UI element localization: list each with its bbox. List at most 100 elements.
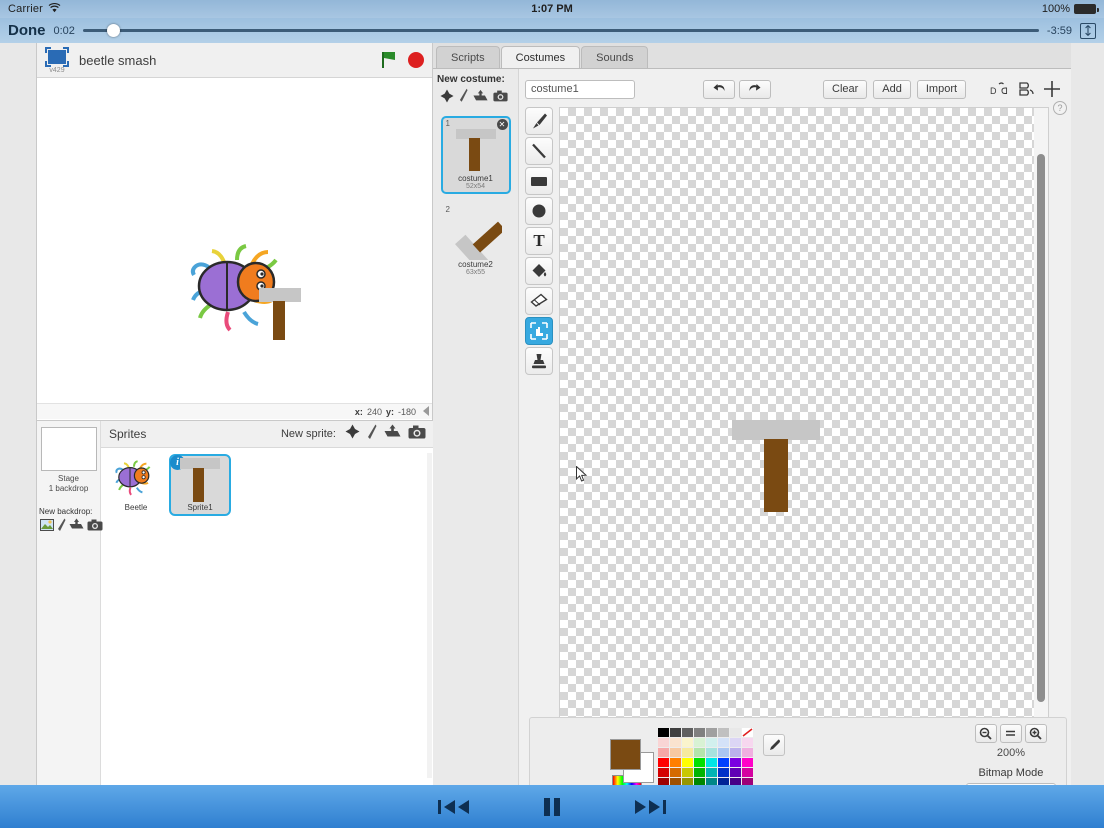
paintbrush-tool[interactable]	[525, 107, 553, 135]
paintbrush-icon[interactable]	[57, 518, 66, 537]
color-swatch[interactable]	[718, 758, 729, 767]
upload-icon[interactable]	[473, 89, 488, 108]
select-tool[interactable]	[525, 317, 553, 345]
fill-tool[interactable]	[525, 257, 553, 285]
color-swatch-transparent[interactable]	[742, 728, 753, 737]
primary-color-swatch[interactable]	[610, 739, 641, 770]
upload-icon[interactable]	[69, 518, 84, 536]
color-swatch[interactable]	[694, 758, 705, 767]
redo-icon[interactable]	[739, 80, 771, 99]
image-icon[interactable]	[40, 518, 54, 536]
scrubber-knob[interactable]	[107, 24, 120, 37]
color-swatch[interactable]	[682, 738, 693, 747]
surprise-icon[interactable]	[345, 424, 360, 444]
color-swatch[interactable]	[670, 748, 681, 757]
color-swatch[interactable]	[730, 728, 741, 737]
canvas-vertical-scrollbar[interactable]	[1034, 108, 1048, 742]
color-swatch[interactable]	[730, 768, 741, 777]
color-swatch[interactable]	[682, 748, 693, 757]
color-swatch[interactable]	[730, 758, 741, 767]
pause-icon[interactable]	[541, 796, 563, 818]
stage-thumbnail[interactable]	[41, 427, 97, 471]
color-swatch[interactable]	[706, 758, 717, 767]
canvas-hammer-drawing[interactable]	[732, 420, 820, 512]
eraser-tool[interactable]	[525, 287, 553, 315]
text-tool[interactable]: T	[525, 227, 553, 255]
color-swatch[interactable]	[730, 738, 741, 747]
color-swatch[interactable]	[694, 728, 705, 737]
airplay-icon[interactable]	[1080, 23, 1096, 39]
color-swatch[interactable]	[706, 768, 717, 777]
costume-name-input[interactable]	[525, 80, 635, 99]
camera-icon[interactable]	[408, 425, 426, 444]
color-swatch[interactable]	[706, 738, 717, 747]
color-swatch[interactable]	[706, 728, 717, 737]
canvas-vscroll-thumb[interactable]	[1037, 154, 1045, 702]
zoom-out-icon[interactable]	[975, 724, 997, 743]
add-button[interactable]: Add	[873, 80, 911, 99]
color-swatch[interactable]	[694, 738, 705, 747]
help-icon[interactable]: ?	[1053, 101, 1067, 115]
set-center-icon[interactable]	[1041, 79, 1063, 99]
stamp-tool[interactable]	[525, 347, 553, 375]
tab-sounds[interactable]: Sounds	[581, 46, 648, 68]
color-swatch[interactable]	[742, 768, 753, 777]
color-swatch[interactable]	[670, 738, 681, 747]
color-swatch[interactable]	[730, 748, 741, 757]
color-swatch[interactable]	[694, 768, 705, 777]
done-button[interactable]: Done	[8, 22, 46, 39]
color-swatch[interactable]	[670, 768, 681, 777]
color-swatch[interactable]	[658, 738, 669, 747]
color-swatch[interactable]	[658, 768, 669, 777]
skip-back-icon[interactable]	[437, 797, 471, 817]
color-swatch[interactable]	[658, 728, 669, 737]
zoom-reset-icon[interactable]	[1000, 724, 1022, 743]
scrubber-slider[interactable]	[83, 22, 1039, 40]
color-swatch[interactable]	[694, 748, 705, 757]
import-button[interactable]: Import	[917, 80, 966, 99]
paint-canvas[interactable]	[560, 108, 1034, 742]
color-swatch[interactable]	[682, 758, 693, 767]
zoom-in-icon[interactable]	[1025, 724, 1047, 743]
color-swatch[interactable]	[742, 748, 753, 757]
green-flag-icon[interactable]	[378, 50, 398, 70]
color-swatch[interactable]	[706, 748, 717, 757]
sprite-item-beetle[interactable]: Beetle	[105, 454, 167, 516]
color-swatch[interactable]	[742, 758, 753, 767]
costume-item-1[interactable]: 1 ✕ costume1 52x54	[441, 116, 511, 194]
color-swatch[interactable]	[718, 768, 729, 777]
tab-costumes[interactable]: Costumes	[501, 46, 581, 68]
current-color-swatches[interactable]	[610, 739, 656, 785]
skip-forward-icon[interactable]	[633, 797, 667, 817]
line-tool[interactable]	[525, 137, 553, 165]
undo-icon[interactable]	[703, 80, 735, 99]
sprite-list-scrollbar[interactable]	[427, 453, 432, 778]
stop-sign-icon[interactable]	[408, 52, 424, 68]
paintbrush-icon[interactable]	[367, 424, 377, 445]
sprite-item-sprite1[interactable]: i Sprite1	[169, 454, 231, 516]
project-title[interactable]: beetle smash	[79, 53, 368, 68]
clear-button[interactable]: Clear	[823, 80, 867, 99]
color-swatch[interactable]	[670, 728, 681, 737]
color-swatch[interactable]	[718, 728, 729, 737]
surprise-icon[interactable]	[440, 89, 454, 108]
stage-sprite-hammer[interactable]	[259, 288, 301, 340]
color-swatch[interactable]	[682, 728, 693, 737]
paintbrush-icon[interactable]	[459, 88, 468, 108]
color-swatch[interactable]	[670, 758, 681, 767]
rectangle-tool[interactable]	[525, 167, 553, 195]
costume-item-2[interactable]: 2 costume2 63x55	[441, 202, 511, 280]
eyedropper-icon[interactable]	[763, 734, 785, 756]
upload-icon[interactable]	[384, 424, 401, 444]
flip-vertical-icon[interactable]	[1015, 79, 1037, 99]
color-swatch[interactable]	[718, 738, 729, 747]
color-swatch[interactable]	[718, 748, 729, 757]
color-swatch[interactable]	[658, 748, 669, 757]
color-swatch[interactable]	[742, 738, 753, 747]
stage-canvas[interactable]	[37, 78, 432, 403]
flip-horizontal-icon[interactable]: Dᗡ	[989, 79, 1011, 99]
tab-scripts[interactable]: Scripts	[436, 46, 500, 68]
color-swatch[interactable]	[658, 758, 669, 767]
color-swatch[interactable]	[682, 768, 693, 777]
scrubber-track[interactable]	[83, 29, 1039, 32]
